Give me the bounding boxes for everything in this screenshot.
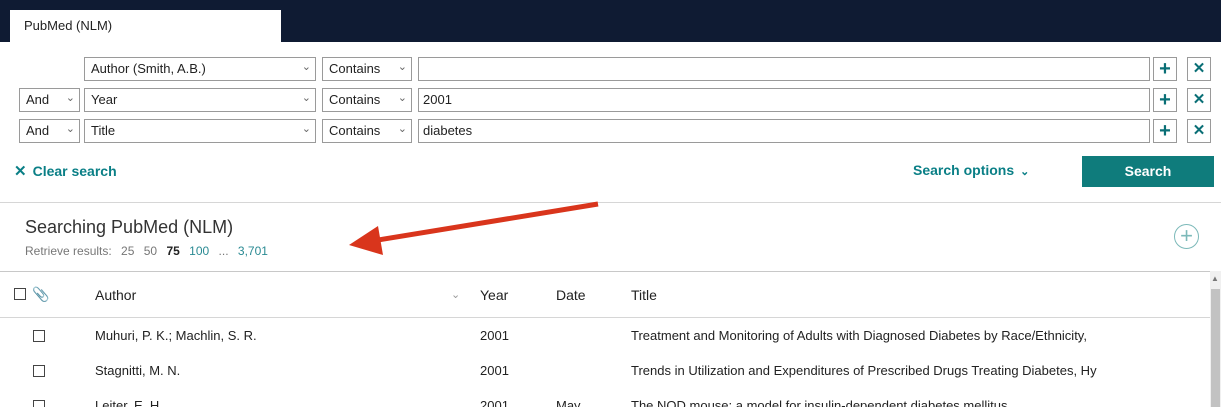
clear-search-link[interactable]: ✕ Clear search — [14, 162, 117, 180]
field-select[interactable]: Author (Smith, A.B.) ⌄ — [84, 57, 316, 81]
chevron-down-icon: ⌄ — [65, 92, 75, 104]
plus-icon[interactable]: + — [1153, 88, 1177, 112]
boolean-select[interactable]: And ⌄ — [19, 119, 80, 143]
chevron-down-icon: ⌄ — [301, 61, 311, 73]
cell-title: Treatment and Monitoring of Adults with … — [631, 328, 1087, 343]
chevron-down-icon: ⌄ — [397, 61, 407, 73]
cell-year: 2001 — [480, 398, 509, 407]
column-date[interactable]: Date — [556, 287, 586, 303]
cell-date: May — [556, 398, 581, 407]
row-checkbox[interactable] — [33, 365, 45, 377]
cell-author: Stagnitti, M. N. — [95, 363, 181, 378]
close-icon[interactable]: ✕ — [1187, 119, 1211, 143]
table-header: 📎 Author ⌄ Year Date Title — [0, 271, 1210, 318]
retrieve-label: Retrieve results: — [25, 244, 112, 258]
retrieve-ellipsis: ... — [218, 244, 229, 258]
scroll-up-icon[interactable]: ▲ — [1211, 274, 1219, 283]
cell-title: Trends in Utilization and Expenditures o… — [631, 363, 1097, 378]
field-select[interactable]: Title ⌄ — [84, 119, 316, 143]
search-button[interactable]: Search — [1082, 156, 1214, 187]
close-icon: ✕ — [14, 163, 27, 180]
plus-icon[interactable]: + — [1153, 119, 1177, 143]
chevron-down-icon: ⌄ — [301, 123, 311, 135]
retrieve-option-75[interactable]: 75 — [166, 244, 179, 258]
table-row[interactable]: Muhuri, P. K.; Machlin, S. R. 2001 Treat… — [0, 318, 1210, 356]
cell-year: 2001 — [480, 328, 509, 343]
retrieve-option-25[interactable]: 25 — [121, 244, 134, 258]
row-checkbox[interactable] — [33, 330, 45, 342]
cell-author: Muhuri, P. K.; Machlin, S. R. — [95, 328, 257, 343]
scrollbar-thumb[interactable] — [1211, 289, 1220, 407]
operator-select[interactable]: Contains ⌄ — [322, 88, 412, 112]
cell-year: 2001 — [480, 363, 509, 378]
chevron-down-icon: ⌄ — [1020, 166, 1030, 178]
close-icon[interactable]: ✕ — [1187, 57, 1211, 81]
select-all-checkbox[interactable] — [14, 288, 26, 300]
chevron-down-icon: ⌄ — [397, 123, 407, 135]
retrieve-results: Retrieve results: 25 50 75 100 ... 3,701 — [25, 244, 274, 258]
retrieve-option-all[interactable]: 3,701 — [238, 244, 268, 258]
column-year[interactable]: Year — [480, 287, 508, 303]
table-row[interactable]: Leiter, E. H. 2001 May The NOD mouse: a … — [0, 388, 1210, 407]
chevron-down-icon: ⌄ — [65, 123, 75, 135]
field-select[interactable]: Year ⌄ — [84, 88, 316, 112]
column-title[interactable]: Title — [631, 287, 657, 303]
cell-author: Leiter, E. H. — [95, 398, 163, 407]
search-options-dropdown[interactable]: Search options ⌄ — [913, 162, 1029, 178]
divider — [0, 202, 1221, 203]
search-term-input[interactable] — [418, 57, 1150, 81]
search-term-input[interactable]: 2001 — [418, 88, 1150, 112]
boolean-select[interactable]: And ⌄ — [19, 88, 80, 112]
operator-select[interactable]: Contains ⌄ — [322, 119, 412, 143]
tab-pubmed[interactable]: PubMed (NLM) — [10, 10, 281, 42]
paperclip-icon: 📎 — [32, 286, 50, 302]
tab-bar: PubMed (NLM) — [0, 0, 1221, 42]
row-checkbox[interactable] — [33, 400, 45, 407]
search-term-input[interactable]: diabetes — [418, 119, 1150, 143]
cell-title: The NOD mouse: a model for insulin-depen… — [631, 398, 1008, 407]
operator-select[interactable]: Contains ⌄ — [322, 57, 412, 81]
chevron-down-icon: ⌄ — [397, 92, 407, 104]
chevron-down-icon: ⌄ — [301, 92, 311, 104]
plus-circle-icon[interactable]: + — [1174, 224, 1199, 249]
chevron-down-icon[interactable]: ⌄ — [451, 288, 460, 301]
retrieve-option-50[interactable]: 50 — [144, 244, 157, 258]
close-icon[interactable]: ✕ — [1187, 88, 1211, 112]
table-row[interactable]: Stagnitti, M. N. 2001 Trends in Utilizat… — [0, 353, 1210, 391]
column-author[interactable]: Author — [95, 287, 136, 303]
table-scrollbar[interactable]: ▲ — [1210, 271, 1221, 407]
results-title: Searching PubMed (NLM) — [25, 217, 234, 237]
plus-icon[interactable]: + — [1153, 57, 1177, 81]
retrieve-option-100[interactable]: 100 — [189, 244, 209, 258]
